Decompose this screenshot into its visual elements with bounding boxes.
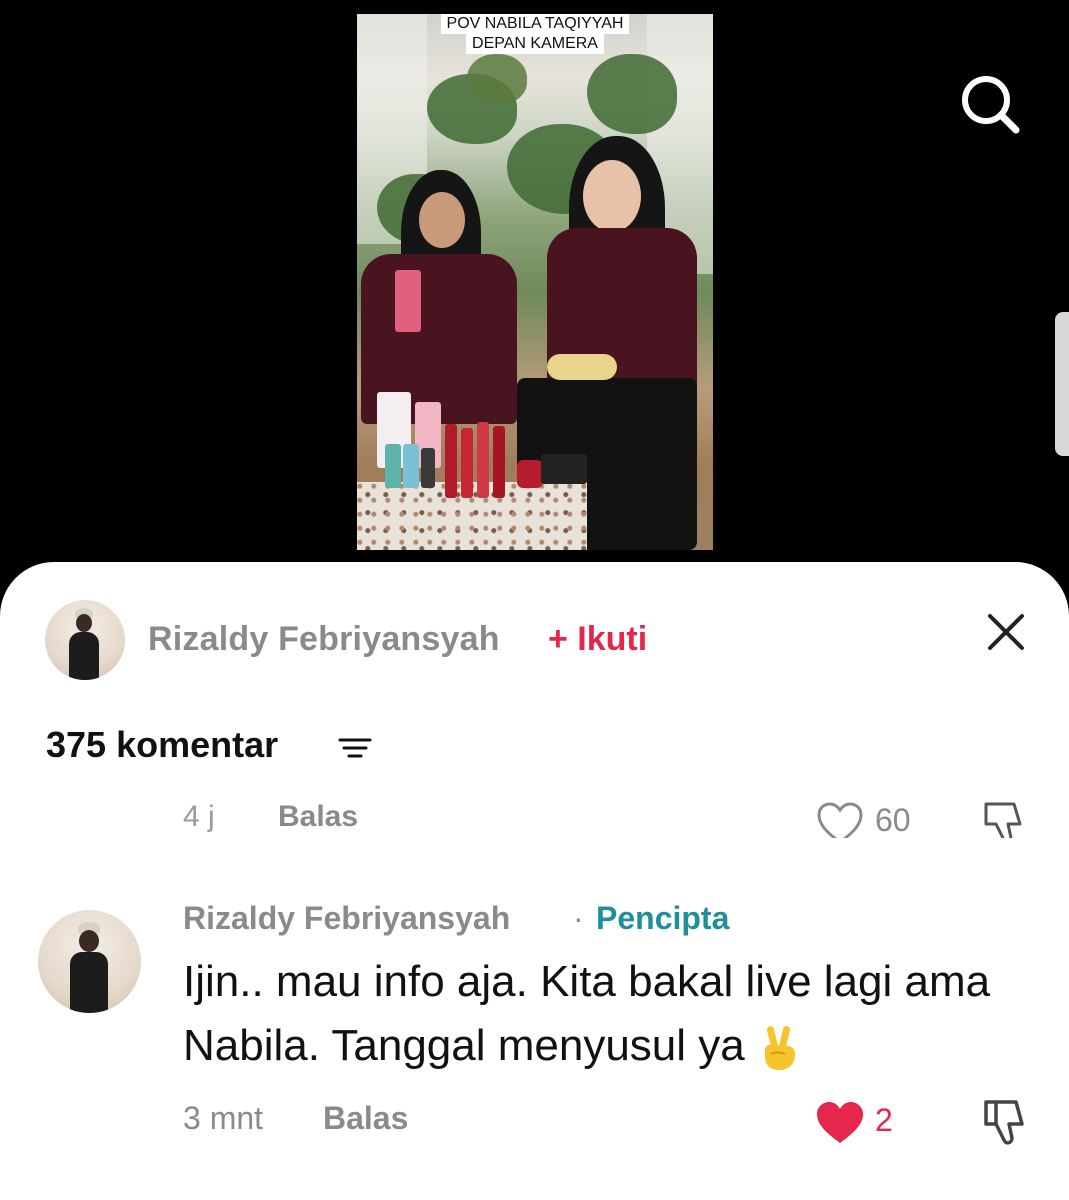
like-button[interactable] (814, 1100, 866, 1146)
search-button[interactable] (958, 72, 1022, 136)
owner-avatar[interactable] (45, 600, 125, 680)
dislike-icon (984, 1100, 1024, 1145)
person-face (583, 160, 641, 232)
side-drawer-handle[interactable] (1055, 312, 1069, 456)
follow-button[interactable]: + Ikuti (548, 620, 647, 659)
name-separator: · (573, 900, 584, 936)
product-jar (517, 460, 543, 488)
heart-icon (817, 1102, 863, 1143)
commenter-avatar[interactable] (38, 910, 141, 1013)
comment-text: Ijin.. mau info aja. Kita bakal live lag… (183, 950, 1033, 1078)
product-lipstick (461, 428, 473, 498)
owner-name[interactable]: Rizaldy Febriyansyah (148, 620, 500, 659)
creator-badge: Pencipta (596, 900, 730, 936)
product-lipstick (493, 426, 505, 498)
person-face (419, 192, 465, 248)
caption-line-2: DEPAN KAMERA (466, 34, 604, 54)
avatar-body (69, 632, 99, 680)
dislike-button[interactable] (978, 1098, 1032, 1148)
filter-button[interactable] (338, 734, 372, 762)
product-compact (541, 454, 587, 484)
filter-icon (338, 738, 372, 758)
close-button[interactable] (982, 608, 1030, 656)
video-caption: POV NABILA TAQIYYAH DEPAN KAMERA (357, 14, 713, 54)
close-icon (988, 614, 1024, 650)
product-bottle (421, 448, 435, 488)
product-bottle (403, 444, 419, 488)
like-count: 2 (875, 1102, 893, 1138)
product-lipstick (445, 424, 457, 498)
product-bottle (385, 444, 401, 488)
comments-count: 375 komentar (46, 724, 279, 765)
avatar-body (70, 952, 108, 1013)
video-preview[interactable]: POV NABILA TAQIYYAH DEPAN KAMERA (357, 14, 713, 550)
comment-time: 4 j (183, 800, 215, 833)
like-button[interactable] (816, 802, 864, 838)
previous-comment-actions: 4 j Balas 60 (0, 790, 1069, 838)
avatar-head (79, 930, 99, 952)
product-tube (395, 270, 421, 332)
product-lipstick (477, 422, 489, 498)
dislike-button[interactable] (978, 800, 1030, 838)
reply-button[interactable]: Balas (323, 1100, 408, 1137)
reply-button[interactable]: Balas (278, 800, 358, 834)
plant-leaf (587, 54, 677, 134)
search-icon (962, 76, 1020, 134)
dislike-icon (984, 802, 1022, 838)
peace-hand-emoji (765, 1026, 795, 1071)
avatar-head (76, 614, 92, 632)
heart-icon (817, 802, 863, 838)
handbag (547, 354, 617, 380)
comment-author[interactable]: Rizaldy Febriyansyah (183, 900, 510, 937)
like-count: 60 (875, 802, 911, 838)
comment-body: Ijin.. mau info aja. Kita bakal live lag… (183, 957, 991, 1070)
comment-time: 3 mnt (183, 1100, 264, 1136)
plant-leaf (467, 54, 527, 104)
caption-line-1: POV NABILA TAQIYYAH (440, 14, 630, 34)
